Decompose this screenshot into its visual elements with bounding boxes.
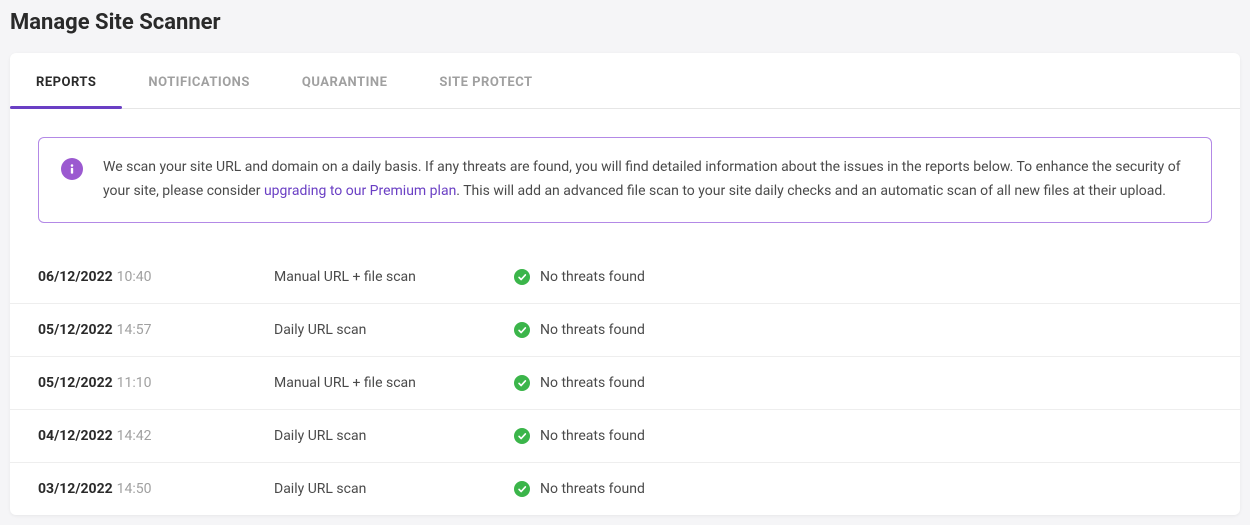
tabbar: REPORTSNOTIFICATIONSQUARANTINESITE PROTE… bbox=[10, 53, 1240, 109]
report-status: No threats found bbox=[514, 428, 645, 444]
check-circle-icon bbox=[514, 428, 530, 444]
report-status-text: No threats found bbox=[540, 269, 645, 285]
report-row[interactable]: 04/12/202214:42Daily URL scanNo threats … bbox=[10, 409, 1240, 462]
report-date: 04/12/2022 bbox=[38, 428, 113, 444]
report-status-text: No threats found bbox=[540, 481, 645, 497]
report-status-text: No threats found bbox=[540, 375, 645, 391]
check-circle-icon bbox=[514, 322, 530, 338]
check-circle-icon bbox=[514, 481, 530, 497]
report-status: No threats found bbox=[514, 375, 645, 391]
report-date: 05/12/2022 bbox=[38, 322, 113, 338]
report-list: 06/12/202210:40Manual URL + file scanNo … bbox=[10, 251, 1240, 515]
scanner-card: REPORTSNOTIFICATIONSQUARANTINESITE PROTE… bbox=[10, 53, 1240, 515]
report-type: Manual URL + file scan bbox=[274, 269, 514, 285]
info-icon bbox=[61, 158, 83, 180]
tab-site-protect[interactable]: SITE PROTECT bbox=[413, 53, 558, 108]
report-row[interactable]: 06/12/202210:40Manual URL + file scanNo … bbox=[10, 251, 1240, 303]
report-type: Daily URL scan bbox=[274, 481, 514, 497]
report-time: 14:50 bbox=[117, 481, 152, 497]
banner-text-after: . This will add an advanced file scan to… bbox=[456, 183, 1166, 199]
report-datetime: 03/12/202214:50 bbox=[38, 481, 274, 497]
report-date: 03/12/2022 bbox=[38, 481, 113, 497]
report-row[interactable]: 03/12/202214:50Daily URL scanNo threats … bbox=[10, 462, 1240, 515]
report-type: Daily URL scan bbox=[274, 322, 514, 338]
report-status: No threats found bbox=[514, 481, 645, 497]
info-text: We scan your site URL and domain on a da… bbox=[103, 156, 1189, 204]
report-date: 05/12/2022 bbox=[38, 375, 113, 391]
upgrade-link[interactable]: upgrading to our Premium plan bbox=[264, 183, 456, 199]
tab-quarantine[interactable]: QUARANTINE bbox=[276, 53, 414, 108]
report-time: 14:42 bbox=[117, 428, 152, 444]
report-row[interactable]: 05/12/202211:10Manual URL + file scanNo … bbox=[10, 356, 1240, 409]
report-status: No threats found bbox=[514, 322, 645, 338]
report-datetime: 06/12/202210:40 bbox=[38, 269, 274, 285]
report-time: 10:40 bbox=[117, 269, 152, 285]
report-type: Daily URL scan bbox=[274, 428, 514, 444]
info-banner: We scan your site URL and domain on a da… bbox=[38, 137, 1212, 223]
report-time: 11:10 bbox=[117, 375, 152, 391]
check-circle-icon bbox=[514, 269, 530, 285]
report-date: 06/12/2022 bbox=[38, 269, 113, 285]
report-time: 14:57 bbox=[117, 322, 152, 338]
content-area: We scan your site URL and domain on a da… bbox=[10, 109, 1240, 223]
tab-reports[interactable]: REPORTS bbox=[10, 53, 122, 108]
check-circle-icon bbox=[514, 375, 530, 391]
report-datetime: 05/12/202214:57 bbox=[38, 322, 274, 338]
report-status-text: No threats found bbox=[540, 322, 645, 338]
tab-notifications[interactable]: NOTIFICATIONS bbox=[122, 53, 275, 108]
page-title: Manage Site Scanner bbox=[10, 10, 1240, 35]
report-status: No threats found bbox=[514, 269, 645, 285]
report-type: Manual URL + file scan bbox=[274, 375, 514, 391]
report-datetime: 05/12/202211:10 bbox=[38, 375, 274, 391]
report-status-text: No threats found bbox=[540, 428, 645, 444]
report-datetime: 04/12/202214:42 bbox=[38, 428, 274, 444]
report-row[interactable]: 05/12/202214:57Daily URL scanNo threats … bbox=[10, 303, 1240, 356]
